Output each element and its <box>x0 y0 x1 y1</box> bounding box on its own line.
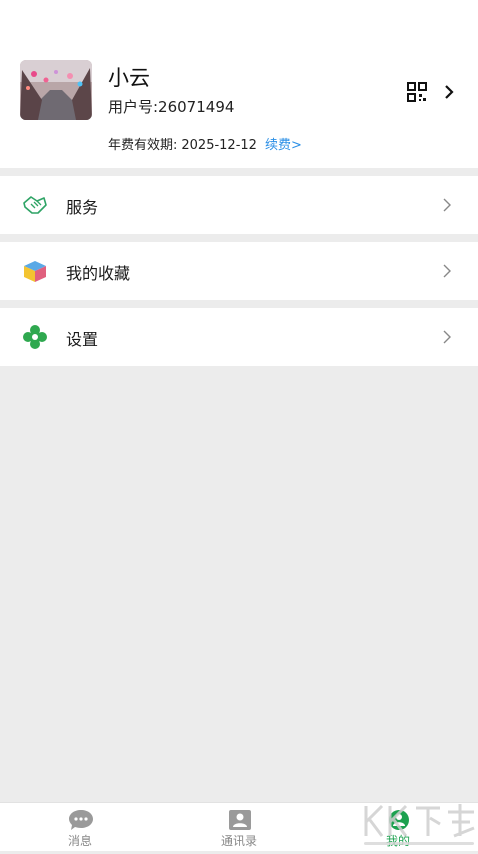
renew-link[interactable]: 续费> <box>265 138 302 153</box>
tab-contacts[interactable]: 通讯录 <box>179 803 299 851</box>
profile-card[interactable]: 小云 用户号:26071494 年费有效期: 2025-12-12 续费> <box>0 30 478 168</box>
menu-label-favorites: 我的收藏 <box>66 264 131 283</box>
status-icons <box>348 0 418 4</box>
user-nickname: 小云 <box>108 66 150 90</box>
menu-label-settings: 设置 <box>66 330 99 349</box>
chevron-right-icon[interactable] <box>442 82 456 102</box>
chat-bubble-icon <box>68 809 94 831</box>
cube-icon <box>22 259 48 283</box>
avatar[interactable] <box>20 60 92 120</box>
menu-item-favorites[interactable]: 我的收藏 <box>0 242 478 300</box>
chevron-right-icon <box>442 263 452 279</box>
chevron-right-icon <box>442 329 452 345</box>
chevron-right-icon <box>442 197 452 213</box>
fee-label: 年费有效期: <box>108 138 178 153</box>
gear-flower-icon <box>22 325 48 349</box>
user-id: 用户号:26071494 <box>108 98 235 116</box>
contacts-icon <box>227 809 253 831</box>
tab-label-contacts: 通讯录 <box>220 834 257 848</box>
fee-date: 2025-12-12 <box>181 138 257 153</box>
tab-messages[interactable]: 消息 <box>20 803 140 851</box>
handshake-icon <box>22 193 48 217</box>
fee-validity: 年费有效期: 2025-12-12 续费> <box>108 134 302 153</box>
menu-item-services[interactable]: 服务 <box>0 176 478 234</box>
tab-label-messages: 消息 <box>67 834 92 848</box>
menu-item-settings[interactable]: 设置 <box>0 308 478 366</box>
qr-code-icon[interactable] <box>407 82 427 102</box>
watermark-logo <box>360 796 478 850</box>
menu-label-services: 服务 <box>66 198 99 217</box>
status-bar <box>0 0 478 30</box>
